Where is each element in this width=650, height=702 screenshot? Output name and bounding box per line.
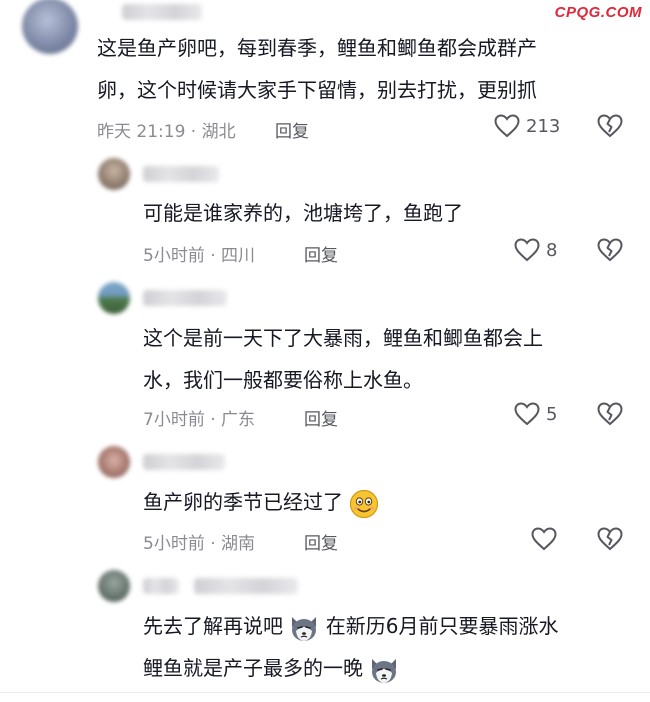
broken-heart-icon xyxy=(597,402,623,426)
comment-text-line: 鲤鱼就是产子最多的一晚 xyxy=(143,650,399,686)
comment-text: 先去了解再说吧 xyxy=(143,614,283,638)
comment-time-location: 5小时前 · 四川 xyxy=(143,246,256,266)
comment-time-location: 昨天 21:19 · 湖北 xyxy=(97,122,236,142)
username-blurred[interactable] xyxy=(122,4,202,20)
username-blurred[interactable] xyxy=(143,578,179,594)
smiling-face-emoji xyxy=(350,489,379,518)
heart-outline-icon xyxy=(514,402,540,426)
comment-text-line: 这是鱼产卵吧，每到春季，鲤鱼和鲫鱼都会成群产 xyxy=(97,36,537,60)
like-count: 213 xyxy=(526,115,561,137)
like-button[interactable]: 8 xyxy=(514,238,557,262)
avatar[interactable] xyxy=(98,446,130,478)
broken-heart-icon xyxy=(597,238,623,262)
username-blurred xyxy=(194,578,298,594)
divider xyxy=(0,692,650,693)
comment-text-line: 鱼产卵的季节已经过了 xyxy=(143,484,379,520)
heart-outline-icon xyxy=(494,114,520,138)
avatar[interactable] xyxy=(22,0,78,54)
reply-button[interactable]: 回复 xyxy=(304,529,338,554)
broken-heart-icon xyxy=(597,527,623,551)
username-blurred[interactable] xyxy=(143,290,227,306)
heart-outline-icon xyxy=(531,527,557,551)
like-button[interactable]: 213 xyxy=(494,114,560,138)
avatar[interactable] xyxy=(98,570,130,602)
comment-text-line: 卵，这个时候请大家手下留情，别去打扰，更别抓 xyxy=(97,78,537,102)
dislike-button[interactable] xyxy=(597,402,623,430)
avatar[interactable] xyxy=(98,158,130,190)
like-button[interactable]: 5 xyxy=(514,402,557,426)
username-blurred[interactable] xyxy=(143,454,225,470)
like-count: 8 xyxy=(546,239,558,261)
reply-button[interactable]: 回复 xyxy=(304,405,338,430)
reply-button[interactable]: 回复 xyxy=(275,117,309,142)
comment-text: 鱼产卵的季节已经过了 xyxy=(143,490,343,514)
comment-text-line: 先去了解再说吧 在新历6月前只要暴雨涨水 xyxy=(143,608,558,644)
husky-dog-emoji xyxy=(292,616,317,641)
broken-heart-icon xyxy=(597,114,623,138)
comment-time-location: 7小时前 · 广东 xyxy=(143,410,256,430)
comment-text: 鲤鱼就是产子最多的一晚 xyxy=(143,656,363,680)
like-count: 5 xyxy=(546,403,558,425)
dislike-button[interactable] xyxy=(597,238,623,266)
like-button[interactable] xyxy=(531,527,557,551)
comment-text-line: 这个是前一天下了大暴雨，鲤鱼和鲫鱼都会上 xyxy=(143,326,543,350)
username-blurred[interactable] xyxy=(143,166,219,182)
comment-time-location: 5小时前 · 湖南 xyxy=(143,534,256,554)
husky-dog-emoji xyxy=(372,658,397,683)
heart-outline-icon xyxy=(514,238,540,262)
dislike-button[interactable] xyxy=(597,114,623,142)
comment-text-line: 可能是谁家养的，池塘垮了，鱼跑了 xyxy=(143,201,463,225)
comment-text-line: 水，我们一般都要俗称上水鱼。 xyxy=(143,368,423,392)
dislike-button[interactable] xyxy=(597,527,623,555)
avatar[interactable] xyxy=(98,282,130,314)
reply-button[interactable]: 回复 xyxy=(304,241,338,266)
comment-text: 在新历6月前只要暴雨涨水 xyxy=(325,614,559,638)
watermark: CPQG.COM xyxy=(554,4,642,21)
